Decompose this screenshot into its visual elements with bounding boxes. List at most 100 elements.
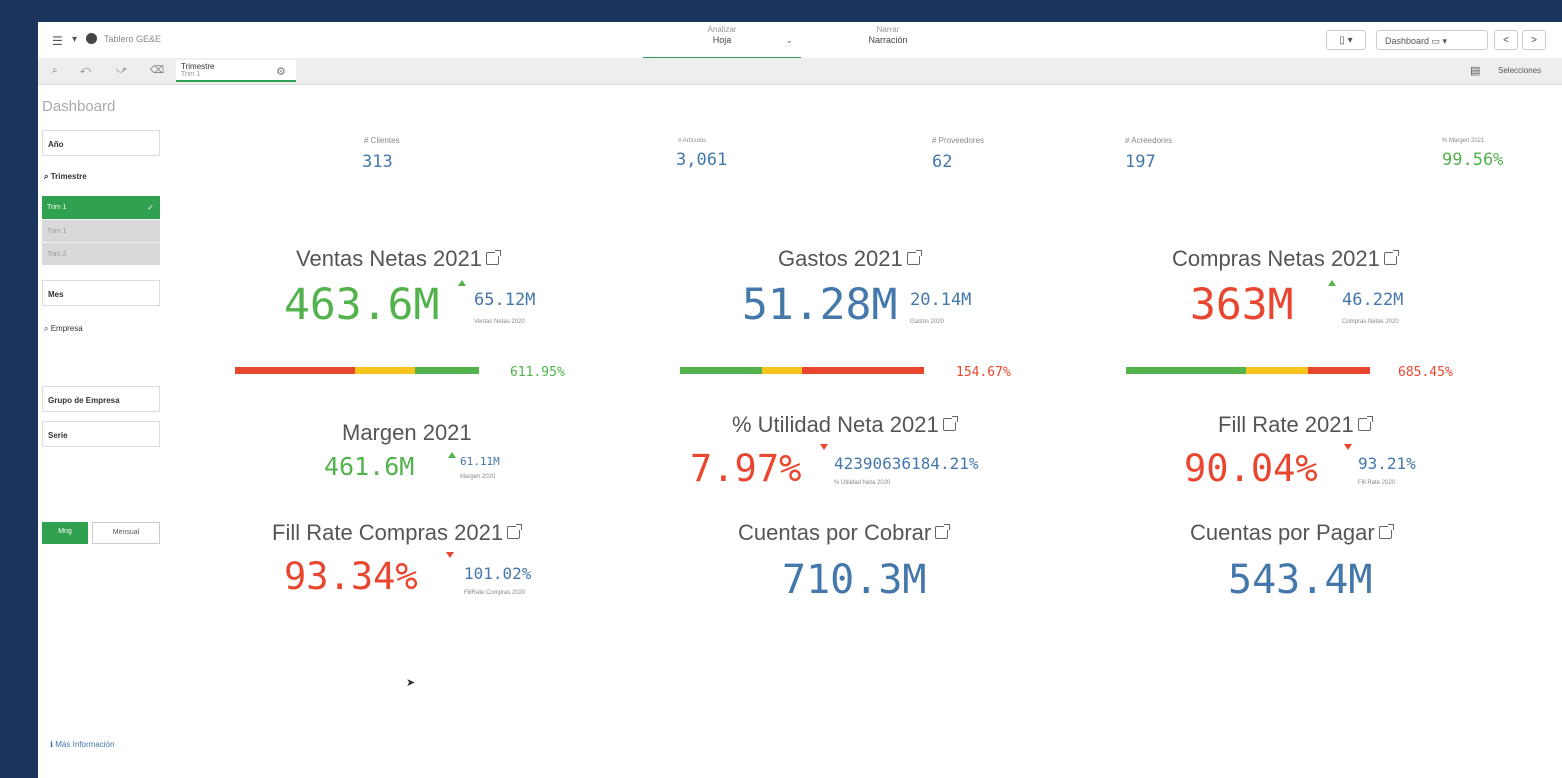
prev-sheet-button[interactable]: < [1494,30,1518,50]
selections-button[interactable]: Selecciones [1498,66,1541,75]
month-filter[interactable]: Mes [42,280,160,306]
external-link-icon[interactable] [935,524,951,539]
ventas-value: 463.6M [284,280,440,330]
gastos-title[interactable]: Gastos 2021 [778,246,922,272]
external-link-icon[interactable] [507,524,523,539]
fillrate-compras-title[interactable]: Fill Rate Compras 2021 [272,520,523,546]
utilidad-title-text: % Utilidad Neta 2021 [732,412,939,437]
trimestre-option-label: Trim 1 [47,228,67,235]
utilidad-compare-value: 42390636184.21% [834,454,979,473]
gastos-compare-value: 20.14M [910,290,972,310]
pagar-title-text: Cuentas por Pagar [1190,520,1375,545]
mouse-cursor-icon: ➤ [406,677,416,689]
filter-sidebar: Dashboard Año ⌕ Trimestre Trim 1 ✓ Trim … [38,84,166,778]
trimestre-option-label: Trim 2 [47,251,67,258]
chevron-down-icon[interactable]: ⌄ [785,35,793,46]
empresa-filter-header[interactable]: ⌕ Empresa [44,324,83,334]
fillrate-value: 90.04% [1184,447,1318,490]
more-info-link[interactable]: ℹ Más Información [50,740,114,749]
external-link-icon[interactable] [1357,416,1373,431]
cobrar-title-text: Cuentas por Cobrar [738,520,932,545]
selections-icon[interactable]: ▤ [1470,64,1480,77]
group-filter[interactable]: Grupo de Empresa [42,386,160,412]
arrow-down-icon [446,552,454,558]
monitor-icon: ▭ ▾ [1431,36,1448,46]
smart-search-icon[interactable]: ⌕ [52,65,58,76]
search-icon: ⌕ [44,172,51,181]
menu-icon[interactable]: ☰ [52,34,63,48]
monthly-button[interactable]: Mensual [92,522,160,544]
selection-chip-trimestre[interactable]: Trimestre Trim 1 ⚙ [176,60,296,82]
nav-narrate-label: Narrar [876,25,900,34]
year-filter[interactable]: Año [42,130,160,156]
trimestre-option-1[interactable]: Trim 1 ✓ [42,196,160,219]
cobrar-title[interactable]: Cuentas por Cobrar [738,520,951,546]
compras-value: 363M [1190,280,1294,330]
sheet-selector[interactable]: Dashboard ▭ ▾ [1376,30,1488,50]
gastos-gauge [680,367,924,374]
trimestre-filter-header[interactable]: ⌕ Trimestre [44,172,87,182]
bookmark-icon: ▯ ▾ [1339,35,1353,46]
nav-analyze-tab[interactable]: Analizar Hoja ⌄ [643,25,801,60]
clear-selections-icon[interactable]: ⌫ [150,65,164,76]
arrow-down-icon [820,444,828,450]
empresa-filter-label: Empresa [50,324,83,333]
fillrate-title[interactable]: Fill Rate 2021 [1218,412,1373,438]
kpi-label-proveedores: # Proveedores [932,136,985,145]
kpi-label-margen: % Margen 2021 [1442,138,1485,144]
margen-compare-value: 61.11M [460,455,500,468]
fillrate-compare-value: 93.21% [1358,454,1416,473]
arrow-up-icon [1328,280,1336,286]
ventas-title-text: Ventas Netas 2021 [296,246,482,271]
utilidad-title[interactable]: % Utilidad Neta 2021 [732,412,958,438]
chevron-down-icon[interactable]: ▾ [72,34,77,45]
arrow-down-icon [1344,444,1352,450]
external-link-icon[interactable] [1378,524,1394,539]
utilidad-compare-label: % Utilidad Neta 2020 [834,480,891,486]
fillrate-compras-compare-label: FillRate Compras 2020 [464,590,526,596]
mng-button[interactable]: Mng [42,522,88,544]
compras-compare-value: 46.22M [1342,290,1404,310]
margen-value: 461.6M [324,452,415,481]
pagar-value: 543.4M [1228,557,1373,603]
pagar-title[interactable]: Cuentas por Pagar [1190,520,1394,546]
margen-title[interactable]: Margen 2021 [342,420,472,446]
ventas-compare-label: Ventas Netas 2020 [474,319,525,325]
gear-icon[interactable]: ⚙ [276,65,286,78]
fillrate-compras-compare-value: 101.02% [464,564,532,583]
cobrar-value: 710.3M [782,557,927,603]
trimestre-option-2[interactable]: Trim 1 [42,219,160,242]
next-sheet-button[interactable]: > [1522,30,1546,50]
ventas-gauge-pct: 611.95% [510,365,565,380]
external-link-icon[interactable] [485,250,501,265]
kpi-label-clientes: # Clientes [364,136,400,145]
ventas-title[interactable]: Ventas Netas 2021 [296,246,501,272]
nav-narrate-tab[interactable]: Narrar Narración [828,25,948,55]
compras-compare-label: Compras Netas 2020 [1342,319,1399,325]
app-name: Tablero GE&E [104,34,162,44]
external-link-icon[interactable] [942,416,958,431]
compras-title-text: Compras Netas 2021 [1172,246,1380,271]
ventas-compare-value: 65.12M [474,290,536,310]
serie-filter[interactable]: Serie [42,421,160,447]
step-forward-icon[interactable]: ⤻ [116,65,127,76]
fillrate-compras-title-text: Fill Rate Compras 2021 [272,520,504,545]
kpi-value-margen: 99.56% [1442,150,1504,170]
selection-bar: ⌕ ⤺ ⤻ ⌫ Trimestre Trim 1 ⚙ ▤ Selecciones [38,58,1562,85]
search-icon: ⌕ [44,324,51,333]
kpi-label-articulos: # Artículos [678,138,707,144]
app-frame: ☰ ▾ Tablero GE&E Analizar Hoja ⌄ Narrar … [38,22,1562,778]
trimestre-option-3[interactable]: Trim 2 [42,242,160,265]
external-link-icon[interactable] [1383,250,1399,265]
compras-gauge [1126,367,1370,374]
arrow-up-icon [458,280,466,286]
kpi-label-acreedores: # Acreedores [1125,136,1173,145]
nav-analyze-label: Analizar [707,25,737,34]
external-link-icon[interactable] [906,250,922,265]
nav-analyze-sub: Hoja [712,35,732,45]
step-back-icon[interactable]: ⤺ [80,65,91,76]
kpi-value-articulos: 3,061 [676,150,728,170]
bookmark-button[interactable]: ▯ ▾ [1326,30,1366,50]
fillrate-compare-label: Fill Rate 2020 [1358,480,1396,486]
compras-title[interactable]: Compras Netas 2021 [1172,246,1399,272]
